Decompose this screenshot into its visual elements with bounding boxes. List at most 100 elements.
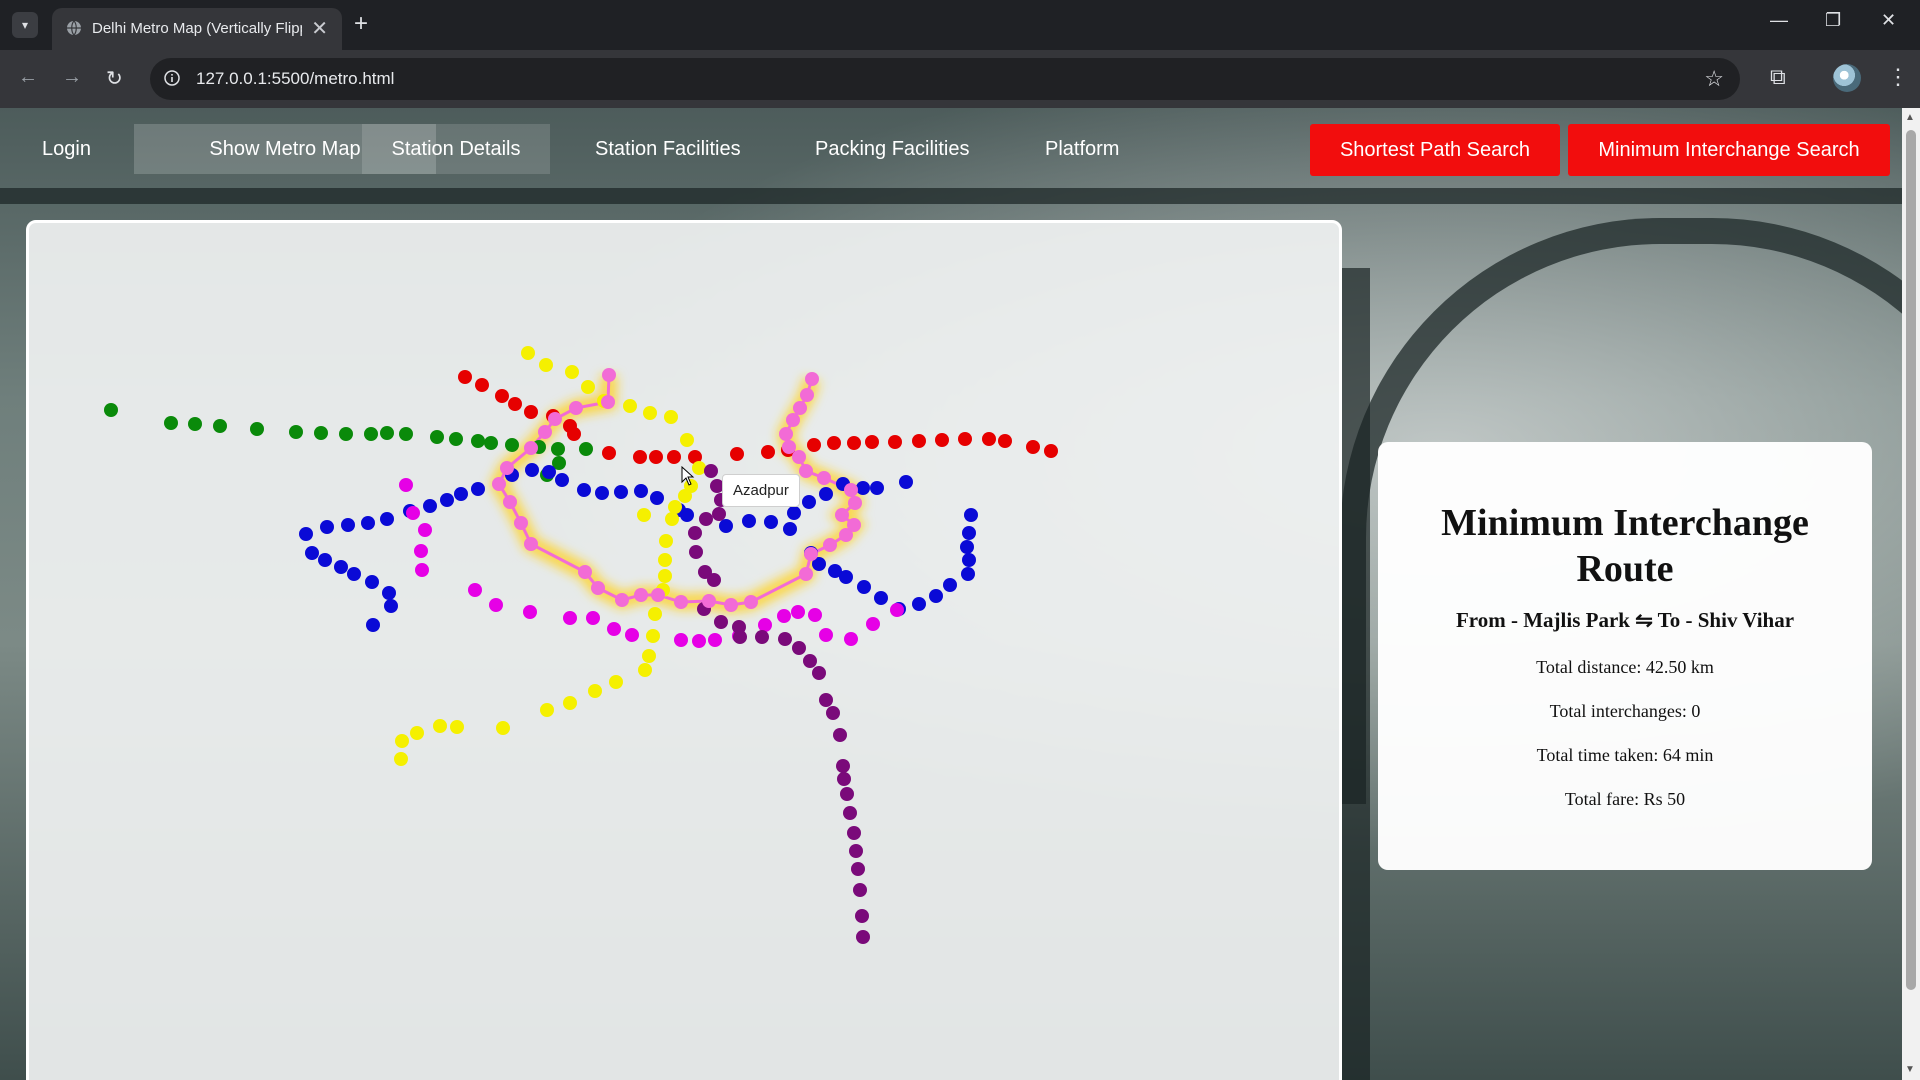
- station-dot-yellow-line[interactable]: [588, 684, 602, 698]
- station-dot-purple-line[interactable]: [712, 507, 726, 521]
- station-dot-yellow-line[interactable]: [450, 720, 464, 734]
- station-dot-magenta-line[interactable]: [808, 608, 822, 622]
- close-tab-icon[interactable]: ✕: [311, 16, 328, 41]
- station-dot-route[interactable]: [793, 401, 807, 415]
- station-dot-red-line[interactable]: [982, 432, 996, 446]
- station-dot-blue-line[interactable]: [380, 512, 394, 526]
- station-dot-yellow-line[interactable]: [646, 629, 660, 643]
- station-dot-yellow-line[interactable]: [668, 500, 682, 514]
- scroll-up-icon[interactable]: ▲: [1905, 112, 1915, 123]
- station-dot-green-line[interactable]: [380, 426, 394, 440]
- station-dot-blue-line[interactable]: [802, 495, 816, 509]
- station-dot-purple-line[interactable]: [688, 526, 702, 540]
- station-dot-blue-line[interactable]: [680, 508, 694, 522]
- station-dot-yellow-line[interactable]: [648, 607, 662, 621]
- station-dot-magenta-line[interactable]: [708, 633, 722, 647]
- station-dot-blue-line[interactable]: [719, 519, 733, 533]
- station-dot-magenta-line[interactable]: [777, 609, 791, 623]
- station-dot-route[interactable]: [634, 588, 648, 602]
- station-dot-magenta-line[interactable]: [468, 583, 482, 597]
- station-dot-blue-line[interactable]: [961, 567, 975, 581]
- close-window-icon[interactable]: ✕: [1881, 10, 1896, 31]
- station-dot-purple-line[interactable]: [792, 641, 806, 655]
- station-dot-route[interactable]: [744, 595, 758, 609]
- arrow-left-icon[interactable]: ←: [18, 66, 38, 89]
- station-dot-yellow-line[interactable]: [433, 719, 447, 733]
- station-dot-route[interactable]: [503, 495, 517, 509]
- station-dot-magenta-line[interactable]: [890, 603, 904, 617]
- station-dot-route[interactable]: [799, 464, 813, 478]
- station-dot-blue-line[interactable]: [874, 591, 888, 605]
- kebab-menu-icon[interactable]: ⋮: [1887, 64, 1909, 90]
- nav-station-details[interactable]: Station Details: [362, 124, 550, 174]
- nav-station-facilities[interactable]: Station Facilities: [573, 124, 763, 174]
- station-dot-purple-line[interactable]: [699, 512, 713, 526]
- station-dot-magenta-line[interactable]: [523, 605, 537, 619]
- station-dot-purple-line[interactable]: [853, 883, 867, 897]
- station-dot-purple-line[interactable]: [847, 826, 861, 840]
- station-dot-blue-line[interactable]: [943, 578, 957, 592]
- station-dot-red-line[interactable]: [508, 397, 522, 411]
- station-dot-blue-line[interactable]: [471, 482, 485, 496]
- puzzle-icon[interactable]: ⧉: [1770, 64, 1786, 90]
- station-dot-blue-line[interactable]: [962, 526, 976, 540]
- station-dot-blue-line[interactable]: [634, 484, 648, 498]
- station-dot-magenta-line[interactable]: [406, 506, 420, 520]
- station-dot-route[interactable]: [848, 496, 862, 510]
- station-dot-green-line[interactable]: [188, 417, 202, 431]
- station-dot-red-line[interactable]: [475, 378, 489, 392]
- station-dot-red-line[interactable]: [935, 433, 949, 447]
- station-dot-red-line[interactable]: [1026, 440, 1040, 454]
- station-dot-purple-line[interactable]: [707, 573, 721, 587]
- station-dot-magenta-line[interactable]: [607, 622, 621, 636]
- star-icon[interactable]: ☆: [1704, 66, 1724, 92]
- station-dot-blue-line[interactable]: [929, 589, 943, 603]
- station-dot-route[interactable]: [702, 594, 716, 608]
- station-dot-route[interactable]: [674, 595, 688, 609]
- station-dot-blue-line[interactable]: [577, 483, 591, 497]
- station-dot-purple-line[interactable]: [803, 654, 817, 668]
- station-dot-magenta-line[interactable]: [866, 617, 880, 631]
- station-dot-yellow-line[interactable]: [609, 675, 623, 689]
- station-dot-purple-line[interactable]: [856, 930, 870, 944]
- station-dot-yellow-line[interactable]: [638, 663, 652, 677]
- station-dot-yellow-line[interactable]: [678, 489, 692, 503]
- station-dot-blue-line[interactable]: [650, 491, 664, 505]
- station-dot-route[interactable]: [792, 450, 806, 464]
- station-dot-route[interactable]: [524, 537, 538, 551]
- station-dot-blue-line[interactable]: [819, 487, 833, 501]
- station-dot-red-line[interactable]: [865, 435, 879, 449]
- station-dot-purple-line[interactable]: [843, 806, 857, 820]
- station-dot-yellow-line[interactable]: [658, 569, 672, 583]
- station-dot-route[interactable]: [800, 388, 814, 402]
- station-dot-blue-line[interactable]: [525, 463, 539, 477]
- station-dot-green-line[interactable]: [213, 419, 227, 433]
- station-dot-green-line[interactable]: [364, 427, 378, 441]
- station-dot-blue-line[interactable]: [960, 540, 974, 554]
- scroll-down-icon[interactable]: ▼: [1905, 1064, 1915, 1075]
- metro-map[interactable]: [29, 223, 1339, 1080]
- chevron-down-icon[interactable]: ▾: [12, 12, 38, 38]
- station-dot-yellow-line[interactable]: [643, 406, 657, 420]
- station-dot-yellow-line[interactable]: [563, 696, 577, 710]
- minimum-interchange-search-button[interactable]: Minimum Interchange Search: [1568, 124, 1890, 176]
- station-dot-yellow-line[interactable]: [539, 358, 553, 372]
- station-dot-blue-line[interactable]: [839, 570, 853, 584]
- station-dot-magenta-line[interactable]: [791, 605, 805, 619]
- station-dot-route[interactable]: [524, 441, 538, 455]
- station-dot-blue-line[interactable]: [964, 508, 978, 522]
- station-dot-green-line[interactable]: [289, 425, 303, 439]
- station-dot-route[interactable]: [823, 538, 837, 552]
- station-dot-blue-line[interactable]: [783, 522, 797, 536]
- station-dot-yellow-line[interactable]: [496, 721, 510, 735]
- station-dot-blue-line[interactable]: [899, 475, 913, 489]
- station-dot-blue-line[interactable]: [334, 560, 348, 574]
- station-dot-yellow-line[interactable]: [623, 399, 637, 413]
- station-dot-route[interactable]: [779, 427, 793, 441]
- station-dot-blue-line[interactable]: [347, 567, 361, 581]
- station-dot-route[interactable]: [591, 581, 605, 595]
- station-dot-red-line[interactable]: [827, 436, 841, 450]
- arrow-right-icon[interactable]: →: [62, 66, 82, 89]
- station-dot-yellow-line[interactable]: [540, 703, 554, 717]
- station-dot-red-line[interactable]: [567, 427, 581, 441]
